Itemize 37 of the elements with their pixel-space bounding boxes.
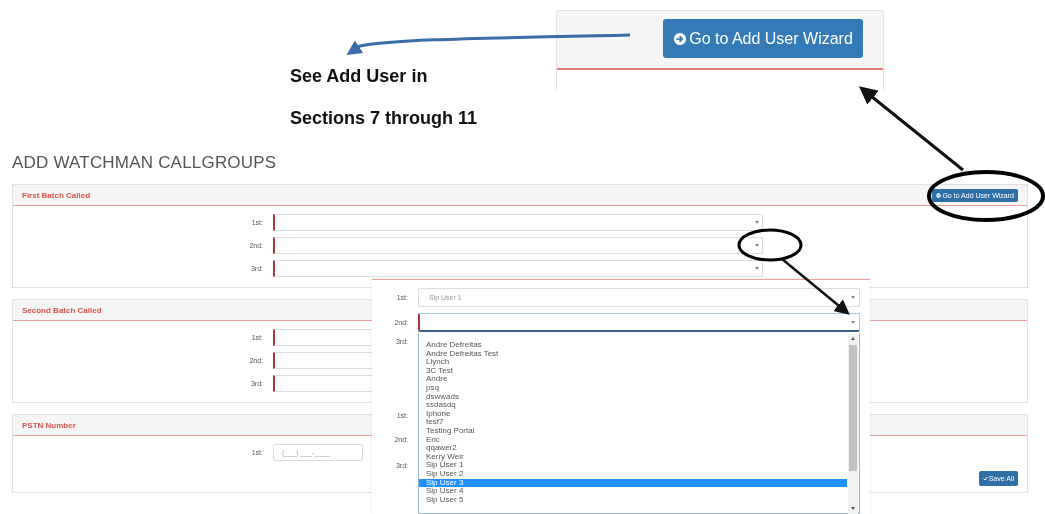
dropdown-option[interactable]: Eric <box>419 435 847 445</box>
pointer-arrow <box>781 258 850 315</box>
dropdown-option[interactable]: Kerry Weir <box>419 452 847 462</box>
dropdown-option[interactable]: test7 <box>419 418 847 427</box>
dropdown-option[interactable]: Andre <box>419 375 847 384</box>
dropdown-option[interactable]: dswwads <box>419 392 847 402</box>
dropdown-option[interactable]: Llynch <box>419 358 847 367</box>
dropdown-option[interactable]: Sip User 4 <box>419 487 847 496</box>
arrow-circle-icon <box>936 192 942 198</box>
dropdown-option[interactable]: Sip User 1 <box>419 461 847 470</box>
dropdown-option[interactable]: Testing Portal <box>419 426 847 436</box>
scrollbar[interactable] <box>848 334 858 514</box>
annotation-text: See Add User in <box>290 66 428 87</box>
dropdown-option[interactable]: 3C Test <box>419 366 847 376</box>
dropdown-option[interactable]: psq <box>419 383 847 393</box>
section-heading: Second Batch Called <box>22 305 102 315</box>
dropdown-option[interactable]: Sip User 2 <box>419 469 847 479</box>
caret-icon <box>755 221 759 224</box>
select-field[interactable] <box>273 260 763 277</box>
dropdown-option[interactable]: Andre Defreitas <box>419 341 847 350</box>
dropdown-option[interactable]: ssdasdq <box>419 401 847 410</box>
dropdown-option[interactable]: Iphone <box>419 409 847 419</box>
add-user-wizard-button[interactable]: Go to Add User Wizard <box>663 19 863 58</box>
caret-icon <box>755 244 759 247</box>
section-heading: First Batch Called <box>22 190 90 200</box>
select-field[interactable] <box>273 237 763 254</box>
select-field[interactable] <box>273 214 763 231</box>
check-icon <box>982 476 988 481</box>
annotation-text: Sections 7 through 11 <box>290 108 478 129</box>
dropdown-option[interactable]: Sip User 5 <box>419 495 847 505</box>
highlight-ellipse <box>737 228 803 262</box>
dropdown-option[interactable]: Andre Defreitas Test <box>419 349 847 359</box>
section-heading: PSTN Number <box>22 420 76 430</box>
caret-icon <box>755 267 759 270</box>
arrow-circle-icon <box>673 31 688 46</box>
page-title: ADD WATCHMAN CALLGROUPS <box>12 153 278 173</box>
dropdown-option[interactable]: qqawer2 <box>419 444 847 453</box>
